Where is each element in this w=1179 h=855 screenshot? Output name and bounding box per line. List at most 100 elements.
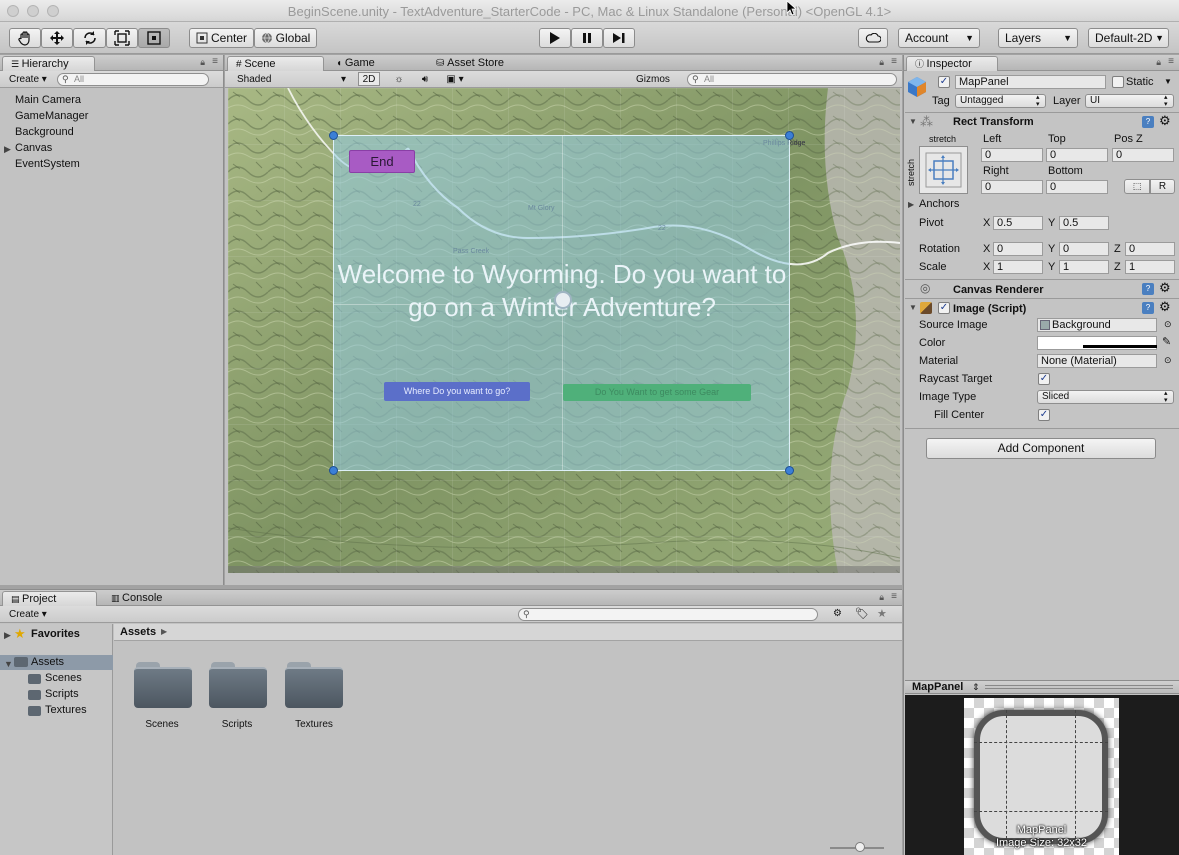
lock-icon[interactable]: 🔒︎ xyxy=(1156,57,1161,68)
shading-mode-dropdown[interactable]: Shaded ▾ xyxy=(231,72,351,86)
gizmos-dropdown[interactable]: Gizmos ▾ xyxy=(630,72,680,98)
gameobject-name-field[interactable]: MapPanel xyxy=(955,75,1106,89)
anchors-label[interactable]: Anchors xyxy=(919,198,959,210)
tab-game[interactable]: ◖ Game xyxy=(328,56,422,71)
play-button[interactable] xyxy=(539,28,571,48)
scene-viewport[interactable]: Mt GloryPhillips Ridge2222Pass Creek End… xyxy=(228,88,900,573)
toggle-2d-button[interactable]: 2D xyxy=(358,72,380,86)
layer-dropdown[interactable]: UI xyxy=(1085,94,1174,108)
pos-z-field[interactable]: 0 xyxy=(1112,148,1174,162)
scale-tool-button[interactable] xyxy=(106,28,138,48)
step-button[interactable] xyxy=(603,28,635,48)
scene-lighting-toggle[interactable]: ☼ xyxy=(386,72,412,86)
gear-icon[interactable]: ⚙ xyxy=(1159,299,1171,315)
tab-asset-store[interactable]: ⛁ Asset Store xyxy=(428,56,528,71)
panel-menu-icon[interactable]: ≡ xyxy=(1168,56,1174,67)
pause-button[interactable] xyxy=(571,28,603,48)
get-gear-button[interactable]: Do You Want to get some Gear xyxy=(563,384,751,401)
preview-drag-handle[interactable] xyxy=(985,685,1173,686)
hierarchy-item-main-camera[interactable]: Main Camera xyxy=(15,94,81,106)
scale-x-field[interactable]: 1 xyxy=(993,260,1043,274)
top-field[interactable]: 0 xyxy=(1046,148,1108,162)
source-image-field[interactable]: Background xyxy=(1037,318,1157,332)
rotation-x-field[interactable]: 0 xyxy=(993,242,1043,256)
anchor-preset-button[interactable] xyxy=(919,146,968,194)
end-button[interactable]: End xyxy=(349,150,415,173)
raw-edit-button[interactable]: R xyxy=(1150,179,1175,194)
pivot-y-field[interactable]: 0.5 xyxy=(1059,216,1109,230)
expand-arrow-icon[interactable]: ▶ xyxy=(4,144,11,155)
icon-size-slider-thumb[interactable] xyxy=(855,842,865,852)
panel-menu-icon[interactable]: ≡ xyxy=(891,591,897,602)
resize-handle-top-left[interactable] xyxy=(329,131,338,140)
collapse-arrow-icon[interactable]: ▼ xyxy=(909,303,917,312)
object-picker-icon[interactable]: ⊙ xyxy=(1164,319,1172,330)
hierarchy-item-eventsystem[interactable]: EventSystem xyxy=(15,158,80,170)
help-book-icon[interactable]: ? xyxy=(1142,302,1154,314)
pivot-x-field[interactable]: 0.5 xyxy=(993,216,1043,230)
image-enabled-checkbox[interactable]: ✓ xyxy=(938,302,950,314)
scene-audio-toggle[interactable]: 🔊︎ xyxy=(414,72,436,86)
hierarchy-item-background[interactable]: Background xyxy=(15,126,74,138)
filter-by-label-icon[interactable]: 🏷︎ xyxy=(855,607,869,620)
favorite-star-icon[interactable]: ★ xyxy=(877,607,887,620)
static-checkbox[interactable]: ✓ xyxy=(1112,76,1124,88)
right-field[interactable]: 0 xyxy=(981,180,1043,194)
favorites-label[interactable]: Favorites xyxy=(31,628,80,640)
panel-menu-icon[interactable]: ≡ xyxy=(891,56,897,67)
material-field[interactable]: None (Material) xyxy=(1037,354,1157,368)
help-book-icon[interactable]: ? xyxy=(1142,116,1154,128)
layers-dropdown[interactable]: Layers ▼ xyxy=(998,28,1078,48)
project-search-input[interactable]: ⚲ xyxy=(518,608,818,621)
rotation-z-field[interactable]: 0 xyxy=(1125,242,1175,256)
blueprint-mode-button[interactable]: ⬚ xyxy=(1124,179,1150,194)
canvas-renderer-header[interactable]: ◎ Canvas Renderer ? ⚙ xyxy=(905,279,1179,297)
bottom-field[interactable]: 0 xyxy=(1046,180,1108,194)
collapse-arrow-icon[interactable]: ▼ xyxy=(909,117,917,126)
image-type-dropdown[interactable]: Sliced xyxy=(1037,390,1174,404)
pivot-handle[interactable] xyxy=(554,291,572,309)
lock-icon[interactable]: 🔒︎ xyxy=(879,592,884,603)
project-create-dropdown[interactable]: Create ▾ xyxy=(3,607,53,621)
map-panel-rect[interactable]: End Welcome to Wyorming. Do you want to … xyxy=(333,135,790,471)
scene-search-input[interactable]: ⚲ All xyxy=(687,73,897,86)
gameobject-active-checkbox[interactable]: ✓ xyxy=(938,76,950,88)
help-book-icon[interactable]: ? xyxy=(1142,283,1154,295)
object-picker-icon[interactable]: ⊙ xyxy=(1164,355,1172,366)
static-dropdown-arrow-icon[interactable]: ▼ xyxy=(1164,77,1172,86)
hand-tool-button[interactable] xyxy=(9,28,41,48)
panel-menu-icon[interactable]: ≡ xyxy=(212,56,218,67)
rect-transform-header[interactable]: ▼ ⁂ Rect Transform ? ⚙ xyxy=(905,112,1179,130)
preview-header[interactable]: MapPanel ⇕ xyxy=(905,680,1179,694)
lock-icon[interactable]: 🔒︎ xyxy=(200,57,205,68)
eyedropper-icon[interactable]: ✎ xyxy=(1162,335,1171,348)
rotation-y-field[interactable]: 0 xyxy=(1059,242,1109,256)
fill-center-checkbox[interactable]: ✓ xyxy=(1038,409,1050,421)
raycast-target-checkbox[interactable]: ✓ xyxy=(1038,373,1050,385)
color-swatch[interactable] xyxy=(1037,336,1157,350)
scale-y-field[interactable]: 1 xyxy=(1059,260,1109,274)
folder-scenes[interactable] xyxy=(134,662,192,708)
where-to-go-button[interactable]: Where Do you want to go? xyxy=(384,382,530,401)
filter-by-type-icon[interactable]: ⚙ xyxy=(833,608,842,619)
hierarchy-search-input[interactable]: ⚲ All xyxy=(57,73,209,86)
account-dropdown[interactable]: Account ▼ xyxy=(898,28,980,48)
left-field[interactable]: 0 xyxy=(981,148,1043,162)
breadcrumb-assets[interactable]: Assets xyxy=(120,626,156,638)
resize-handle-bottom-right[interactable] xyxy=(785,466,794,475)
hierarchy-item-canvas[interactable]: Canvas xyxy=(15,142,52,154)
tree-item-textures[interactable]: Textures xyxy=(45,704,87,716)
image-script-header[interactable]: ▼ ✓ Image (Script) ? ⚙ xyxy=(905,298,1179,316)
add-component-button[interactable]: Add Component xyxy=(926,438,1156,459)
rotate-tool-button[interactable] xyxy=(73,28,106,48)
scene-effects-dropdown[interactable]: ▣ ▾ xyxy=(440,72,470,86)
rect-tool-button[interactable] xyxy=(138,28,170,48)
cloud-services-button[interactable] xyxy=(858,28,888,48)
layout-dropdown[interactable]: Default-2D ▼ xyxy=(1088,28,1169,48)
tree-item-scenes[interactable]: Scenes xyxy=(45,672,82,684)
folder-textures[interactable] xyxy=(285,662,343,708)
move-tool-button[interactable] xyxy=(41,28,73,48)
space-global-toggle[interactable]: Global xyxy=(254,28,317,48)
resize-handle-bottom-left[interactable] xyxy=(329,466,338,475)
tab-console[interactable]: ▥ Console xyxy=(103,591,193,606)
